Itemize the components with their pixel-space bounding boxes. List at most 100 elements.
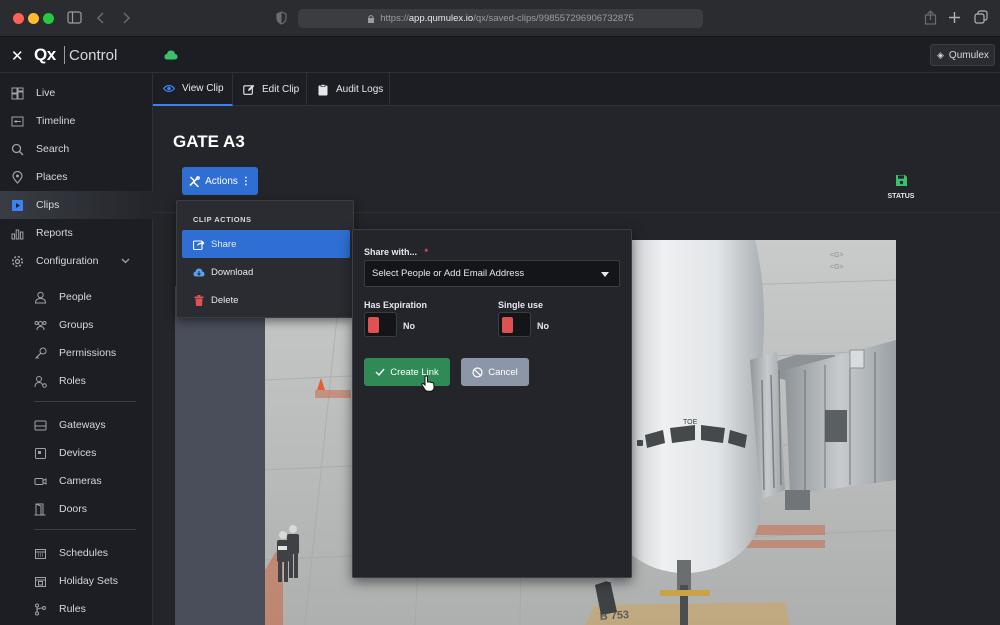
sidebar-item-reports[interactable]: Reports [0, 219, 153, 247]
door-icon [34, 503, 46, 515]
sidebar-item-label: Gateways [59, 419, 106, 431]
sidebar-item-search[interactable]: Search [0, 135, 153, 163]
window-minimize-button[interactable] [28, 13, 39, 24]
sidebar-item-label: Permissions [59, 347, 117, 359]
lock-icon [368, 15, 375, 23]
user-icon [34, 291, 47, 303]
sidebar-item-clips[interactable]: Clips [0, 191, 153, 219]
sidebar-item-label: Cameras [59, 475, 102, 487]
cancel-label: Cancel [488, 366, 518, 378]
sidebar-item-doors[interactable]: Doors [0, 495, 153, 523]
create-link-button[interactable]: Create Link [364, 358, 450, 386]
share-with-label: Share with... * [364, 247, 428, 257]
menu-item-share[interactable]: Share [182, 230, 350, 258]
logo-divider [64, 46, 65, 64]
tab-edit-clip[interactable]: Edit Clip [233, 73, 307, 106]
new-tab-icon[interactable] [948, 11, 961, 24]
sidebar-item-schedules[interactable]: Schedules [0, 539, 153, 567]
sidebar-item-label: Search [36, 143, 70, 155]
sidebar-item-label: Places [36, 171, 68, 183]
clip-icon [12, 199, 23, 211]
grid-icon [11, 87, 24, 99]
single-use-toggle[interactable] [498, 312, 531, 337]
device-icon [35, 447, 46, 459]
more-vertical-icon: ⋮ [240, 175, 251, 187]
sidebar-item-timeline[interactable]: Timeline [0, 107, 153, 135]
svg-text:<G>: <G> [830, 252, 844, 259]
sidebar-item-label: Configuration [36, 255, 99, 267]
window-zoom-button[interactable] [43, 13, 54, 24]
ban-icon [472, 366, 483, 378]
sidebar-item-holiday-sets[interactable]: Holiday Sets [0, 567, 153, 595]
sidebar-item-label: Timeline [36, 115, 76, 127]
sidebar-item-live[interactable]: Live [0, 79, 153, 107]
has-expiration-value: No [403, 321, 415, 331]
sidebar-item-gateways[interactable]: Gateways [0, 411, 153, 439]
gear-icon [11, 255, 24, 267]
sidebar-item-devices[interactable]: Devices [0, 439, 153, 467]
menu-item-label: Share [211, 238, 237, 250]
gateway-icon [34, 420, 47, 430]
sidebar-item-cameras[interactable]: Cameras [0, 467, 153, 495]
status-label: STATUS [887, 193, 915, 200]
sidebar-item-configuration[interactable]: Configuration [0, 247, 153, 275]
actions-label: Actions [205, 175, 238, 187]
sidebar-item-places[interactable]: Places [0, 163, 153, 191]
hand-pointer-icon [421, 375, 435, 392]
sidebar-item-label: Clips [36, 199, 60, 211]
tab-overview-icon[interactable] [974, 10, 988, 24]
clipboard-icon [318, 83, 328, 95]
logo-mark: Qx [34, 45, 56, 64]
bar-chart-icon [11, 229, 24, 239]
address-bar[interactable]: https://app.qumulex.io/qx/saved-clips/99… [298, 9, 703, 28]
edit-icon [243, 84, 255, 95]
menu-item-label: Download [211, 266, 254, 278]
sidebar-toggle-icon[interactable] [67, 11, 82, 24]
account-button[interactable]: ◈ Qumulex [930, 44, 995, 66]
tab-view-clip[interactable]: View Clip [153, 73, 233, 106]
shield-icon[interactable] [276, 11, 287, 25]
sidebar-item-label: Holiday Sets [59, 575, 118, 587]
trash-icon [194, 294, 204, 306]
roles-icon [34, 375, 47, 388]
sidebar-item-groups[interactable]: Groups [0, 311, 153, 339]
single-use-value: No [537, 321, 549, 331]
logo-text: Control [69, 47, 118, 64]
check-icon [375, 368, 385, 376]
compass-icon: ◈ [937, 49, 944, 60]
status-indicator[interactable]: STATUS [883, 174, 919, 200]
sidebar-item-roles[interactable]: Roles [0, 367, 153, 395]
close-icon[interactable]: ✕ [11, 47, 24, 65]
menu-item-label: Delete [211, 294, 239, 306]
tab-audit-logs[interactable]: Audit Logs [307, 73, 390, 106]
cancel-button[interactable]: Cancel [461, 358, 529, 386]
sidebar: Live Timeline Search Places Clips Report… [0, 73, 153, 625]
sidebar-item-permissions[interactable]: Permissions [0, 339, 153, 367]
toggle-knob [368, 317, 379, 333]
share-with-text: Share with... [364, 247, 418, 257]
sidebar-item-people[interactable]: People [0, 283, 153, 311]
tab-label: Audit Logs [336, 84, 384, 95]
has-expiration-toggle[interactable] [364, 312, 397, 337]
sidebar-item-label: Devices [59, 447, 97, 459]
share-icon [193, 239, 205, 250]
actions-button[interactable]: Actions ⋮ [182, 167, 258, 195]
menu-item-delete[interactable]: Delete [182, 286, 350, 314]
url-path: /qx/saved-clips/998557296906732875 [473, 13, 634, 24]
tab-label: View Clip [182, 83, 224, 94]
window-close-button[interactable] [13, 13, 24, 24]
sidebar-item-label: People [59, 291, 92, 303]
camera-icon [34, 477, 47, 485]
share-icon[interactable] [924, 10, 937, 25]
sidebar-divider [34, 401, 136, 402]
sidebar-item-rules[interactable]: Rules [0, 595, 153, 623]
menu-item-download[interactable]: Download [182, 258, 350, 286]
tab-label: Edit Clip [262, 84, 300, 95]
key-icon [35, 347, 47, 359]
share-recipient-select[interactable]: Select People or Add Email Address [364, 260, 620, 287]
account-label: Qumulex [948, 49, 989, 61]
forward-icon[interactable] [122, 12, 130, 24]
back-icon[interactable] [97, 12, 105, 24]
holiday-calendar-icon [35, 576, 46, 587]
has-expiration-label: Has Expiration [364, 300, 428, 310]
